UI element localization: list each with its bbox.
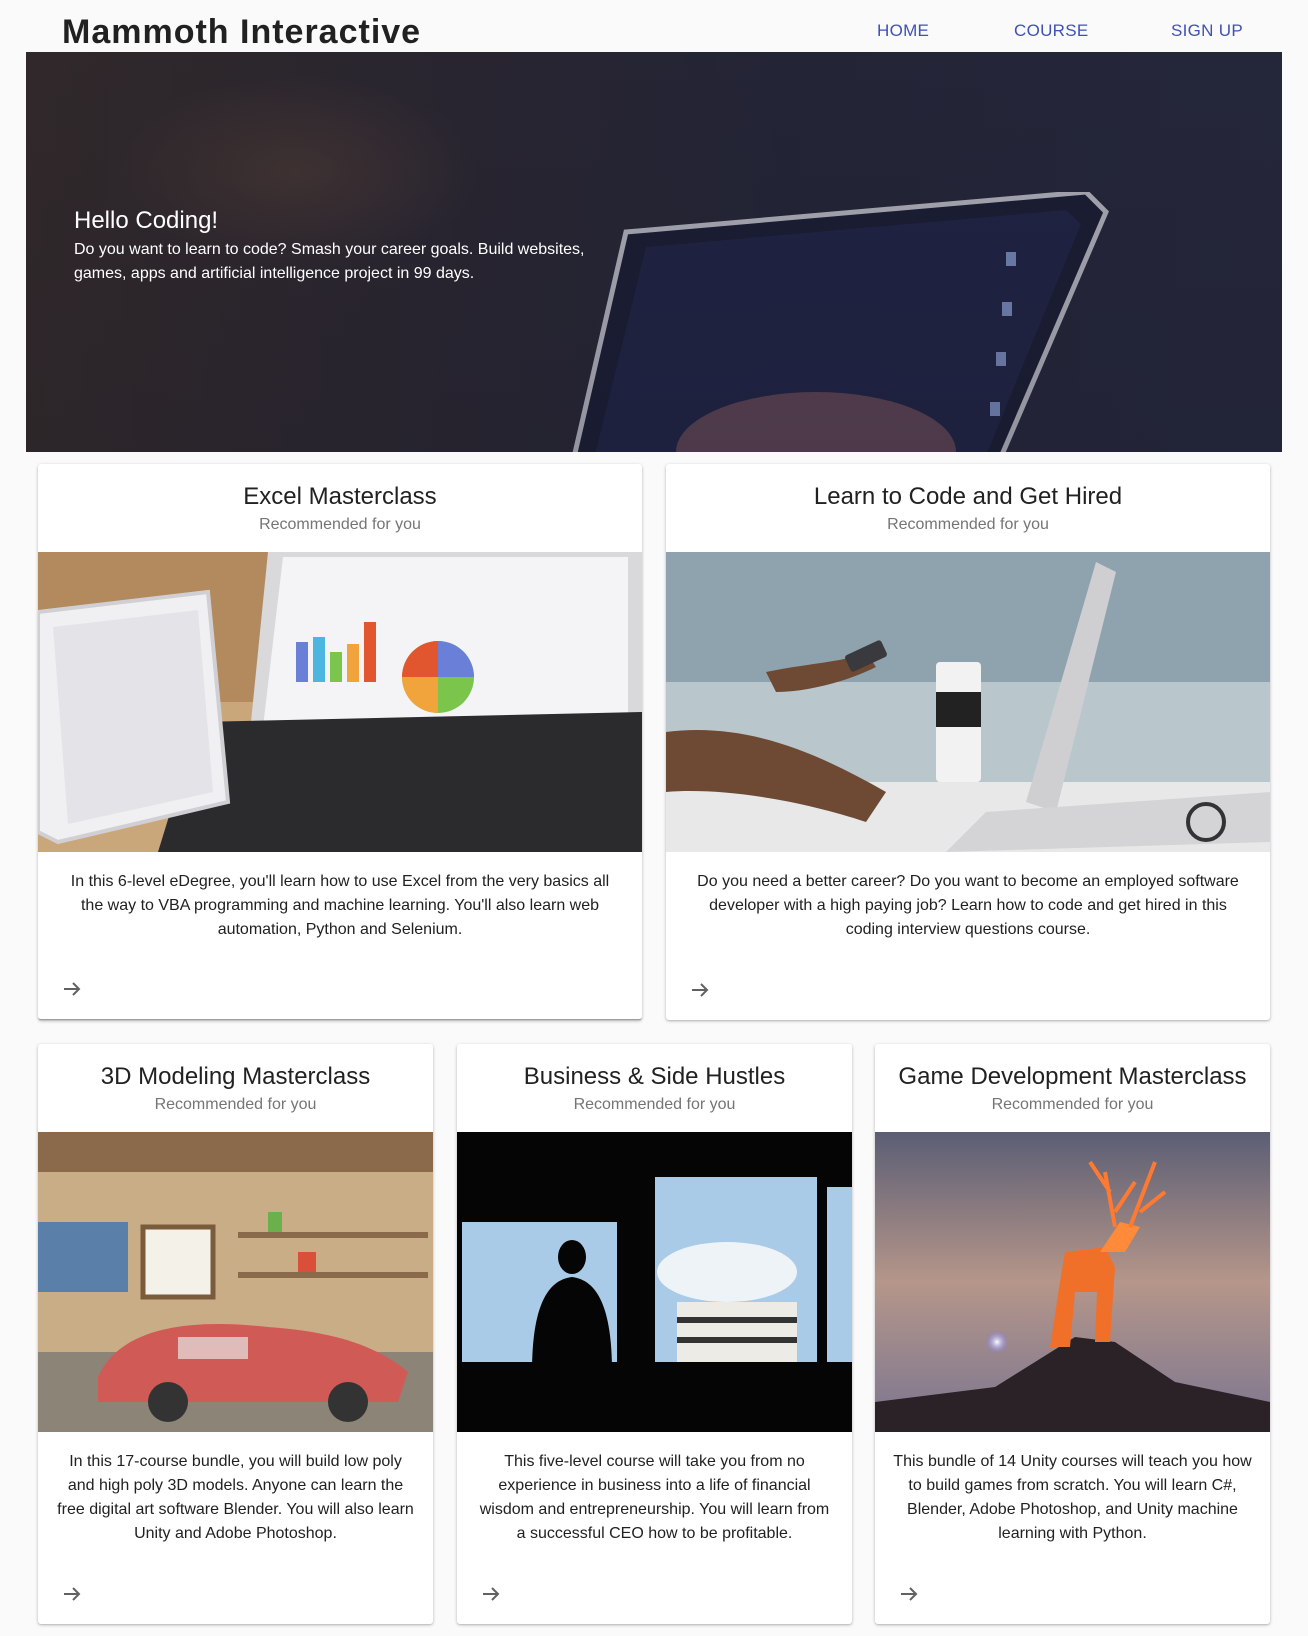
card-image-business [457, 1132, 852, 1432]
course-card-business[interactable]: Business & Side Hustles Recommended for … [457, 1044, 852, 1624]
arrow-forward-icon[interactable] [60, 1582, 84, 1606]
nav-signup-link[interactable]: SIGN UP [1171, 20, 1243, 42]
card-subtitle: Recommended for you [573, 1096, 736, 1113]
arrow-forward-icon[interactable] [897, 1582, 921, 1606]
hero-title: Hello Coding! [74, 207, 219, 234]
card-title: Game Development Masterclass [898, 1063, 1247, 1090]
card-image-3d-garage [38, 1132, 433, 1432]
hero-banner: Hello Coding! Do you want to learn to co… [26, 52, 1282, 452]
card-description: This five-level course will take you fro… [479, 1453, 830, 1542]
card-description: In this 17-course bundle, you will build… [57, 1453, 414, 1542]
card-description: This bundle of 14 Unity courses will tea… [893, 1453, 1252, 1542]
brand-logo[interactable]: Mammoth Interactive [62, 12, 421, 52]
arrow-forward-icon[interactable] [479, 1582, 503, 1606]
arrow-forward-icon[interactable] [688, 978, 712, 1002]
course-card-excel[interactable]: Excel Masterclass Recommended for you In… [38, 464, 642, 1020]
top-bar: Mammoth Interactive HOME COURSE SIGN UP [0, 0, 1308, 52]
card-description: In this 6-level eDegree, you'll learn ho… [70, 873, 610, 938]
card-image-excel [38, 552, 642, 852]
hero-description: Do you want to learn to code? Smash your… [74, 241, 585, 282]
course-card-game-dev[interactable]: Game Development Masterclass Recommended… [875, 1044, 1270, 1624]
card-image-coding [666, 552, 1270, 852]
card-image-game-dev [875, 1132, 1270, 1432]
card-subtitle: Recommended for you [887, 516, 1049, 533]
course-card-3d-modeling[interactable]: 3D Modeling Masterclass Recommended for … [38, 1044, 433, 1624]
nav-course-link[interactable]: COURSE [1014, 20, 1089, 42]
card-title: Business & Side Hustles [523, 1063, 786, 1090]
card-subtitle: Recommended for you [259, 516, 421, 533]
nav-home-link[interactable]: HOME [877, 20, 929, 42]
card-title: 3D Modeling Masterclass [100, 1063, 371, 1090]
card-subtitle: Recommended for you [991, 1096, 1154, 1113]
card-title: Learn to Code and Get Hired [813, 483, 1123, 510]
card-title: Excel Masterclass [243, 483, 437, 510]
arrow-forward-icon[interactable] [60, 977, 84, 1001]
course-card-learn-to-code[interactable]: Learn to Code and Get Hired Recommended … [666, 464, 1270, 1020]
card-subtitle: Recommended for you [154, 1096, 317, 1113]
card-description: Do you need a better career? Do you want… [697, 873, 1239, 938]
